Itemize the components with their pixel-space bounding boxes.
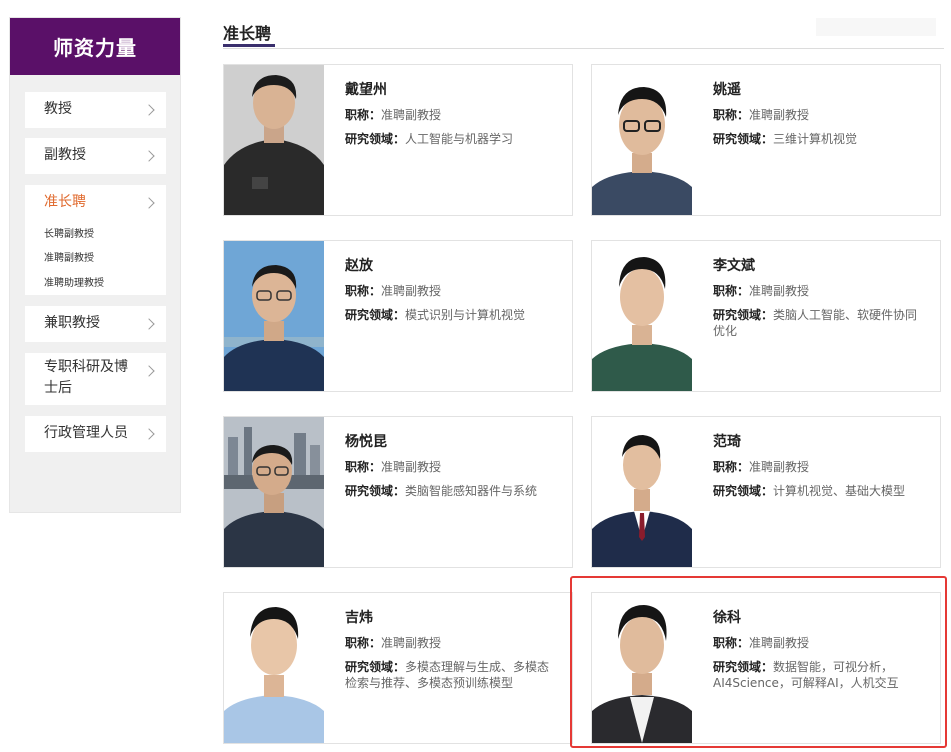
faculty-name[interactable]: 李文斌 <box>713 255 755 275</box>
faculty-title-row: 职称：准聘副教授 <box>713 459 923 475</box>
faculty-title: 准聘副教授 <box>381 460 442 474</box>
faculty-title-row: 职称：准聘副教授 <box>345 107 555 123</box>
title-key: 职称： <box>345 636 382 650</box>
field-key: 研究领域： <box>713 484 774 498</box>
faculty-field-row: 研究领域：人工智能与机器学习 <box>345 131 555 147</box>
chevron-right-icon <box>143 150 155 162</box>
faculty-card[interactable]: 杨悦昆 职称：准聘副教授 研究领域：类脑智能感知器件与系统 <box>223 416 573 568</box>
sidebar-item-research-postdoc[interactable]: 专职科研及博士后 <box>25 353 166 405</box>
faculty-title-row: 职称：准聘副教授 <box>345 635 555 651</box>
faculty-photo <box>592 241 692 391</box>
faculty-title-row: 职称：准聘副教授 <box>345 283 555 299</box>
sub-item-pre-tenure-associate[interactable]: 准聘副教授 <box>44 249 94 264</box>
title-key: 职称： <box>345 108 382 122</box>
faculty-field: 模式识别与计算机视觉 <box>405 308 526 322</box>
sidebar-item-label: 准长聘 <box>44 194 86 210</box>
field-key: 研究领域： <box>345 308 406 322</box>
faculty-field: 三维计算机视觉 <box>773 132 858 146</box>
faculty-field-row: 研究领域：计算机视觉、基础大模型 <box>713 483 923 499</box>
faculty-title-row: 职称：准聘副教授 <box>713 107 923 123</box>
section-title-underline <box>223 44 275 47</box>
title-key: 职称： <box>345 284 382 298</box>
faculty-title-row: 职称：准聘副教授 <box>345 459 555 475</box>
faculty-card[interactable]: 姚遥 职称：准聘副教授 研究领域：三维计算机视觉 <box>591 64 941 216</box>
sidebar-item-label: 副教授 <box>44 147 86 163</box>
faculty-photo <box>592 65 692 215</box>
faculty-name[interactable]: 杨悦昆 <box>345 431 387 451</box>
faculty-title: 准聘副教授 <box>749 108 810 122</box>
field-key: 研究领域： <box>713 308 774 322</box>
faculty-field-row: 研究领域：模式识别与计算机视觉 <box>345 307 555 323</box>
faculty-field-row: 研究领域：多模态理解与生成、多模态检索与推荐、多模态预训练模型 <box>345 659 555 691</box>
section-title: 准长聘 <box>223 24 272 43</box>
faculty-title-row: 职称：准聘副教授 <box>713 283 923 299</box>
faculty-title: 准聘副教授 <box>749 460 810 474</box>
title-key: 职称： <box>713 284 750 298</box>
faculty-name[interactable]: 赵放 <box>345 255 373 275</box>
chevron-right-icon <box>143 318 155 330</box>
faculty-title: 准聘副教授 <box>381 636 442 650</box>
faculty-photo <box>224 241 324 391</box>
sidebar-item-admin-staff[interactable]: 行政管理人员 <box>25 416 166 452</box>
faculty-photo <box>224 593 324 743</box>
field-key: 研究领域： <box>345 660 406 674</box>
section-divider <box>223 48 944 49</box>
faculty-card[interactable]: 戴望州 职称：准聘副教授 研究领域：人工智能与机器学习 <box>223 64 573 216</box>
faculty-field: 人工智能与机器学习 <box>405 132 514 146</box>
sidebar-title: 师资力量 <box>10 18 180 75</box>
faculty-title: 准聘副教授 <box>381 108 442 122</box>
field-key: 研究领域： <box>345 132 406 146</box>
faculty-photo <box>592 417 692 567</box>
faculty-photo <box>224 417 324 567</box>
faculty-card[interactable]: 吉炜 职称：准聘副教授 研究领域：多模态理解与生成、多模态检索与推荐、多模态预训… <box>223 592 573 744</box>
chevron-right-icon <box>143 104 155 116</box>
faculty-name[interactable]: 吉炜 <box>345 607 373 627</box>
sidebar-item-label: 教授 <box>44 101 72 117</box>
field-key: 研究领域： <box>345 484 406 498</box>
faculty-field: 计算机视觉、基础大模型 <box>773 484 906 498</box>
field-key: 研究领域： <box>713 132 774 146</box>
chevron-right-icon <box>143 365 155 377</box>
faculty-field: 类脑智能感知器件与系统 <box>405 484 538 498</box>
sidebar-item-label: 专职科研及博士后 <box>44 359 128 396</box>
faculty-name[interactable]: 范琦 <box>713 431 741 451</box>
header-search-placeholder <box>816 18 936 36</box>
sub-item-pre-tenure-assistant[interactable]: 准聘助理教授 <box>44 274 104 289</box>
highlight-box <box>570 576 947 748</box>
chevron-right-icon <box>143 197 155 209</box>
faculty-field-row: 研究领域：类脑智能感知器件与系统 <box>345 483 555 499</box>
faculty-card[interactable]: 赵放 职称：准聘副教授 研究领域：模式识别与计算机视觉 <box>223 240 573 392</box>
title-key: 职称： <box>345 460 382 474</box>
sidebar: 师资力量 教授 副教授 准长聘 长聘副教授 准聘副教授 准聘助理教授 兼职教授 … <box>9 17 181 513</box>
chevron-right-icon <box>143 428 155 440</box>
sidebar-item-label: 兼职教授 <box>44 315 100 331</box>
faculty-field-row: 研究领域：类脑人工智能、软硬件协同优化 <box>713 307 923 339</box>
sidebar-item-adjunct-professor[interactable]: 兼职教授 <box>25 306 166 342</box>
faculty-title: 准聘副教授 <box>749 284 810 298</box>
sub-item-tenured-associate[interactable]: 长聘副教授 <box>44 225 94 240</box>
sidebar-item-tenure-track[interactable]: 准长聘 长聘副教授 准聘副教授 准聘助理教授 <box>25 185 166 295</box>
faculty-name[interactable]: 戴望州 <box>345 79 387 99</box>
faculty-card[interactable]: 范琦 职称：准聘副教授 研究领域：计算机视觉、基础大模型 <box>591 416 941 568</box>
faculty-field-row: 研究领域：三维计算机视觉 <box>713 131 923 147</box>
faculty-photo <box>224 65 324 215</box>
sidebar-item-label: 行政管理人员 <box>44 425 128 441</box>
faculty-card[interactable]: 李文斌 职称：准聘副教授 研究领域：类脑人工智能、软硬件协同优化 <box>591 240 941 392</box>
title-key: 职称： <box>713 108 750 122</box>
sidebar-item-professor[interactable]: 教授 <box>25 92 166 128</box>
title-key: 职称： <box>713 460 750 474</box>
faculty-name[interactable]: 姚遥 <box>713 79 741 99</box>
faculty-title: 准聘副教授 <box>381 284 442 298</box>
sidebar-item-associate-professor[interactable]: 副教授 <box>25 138 166 174</box>
